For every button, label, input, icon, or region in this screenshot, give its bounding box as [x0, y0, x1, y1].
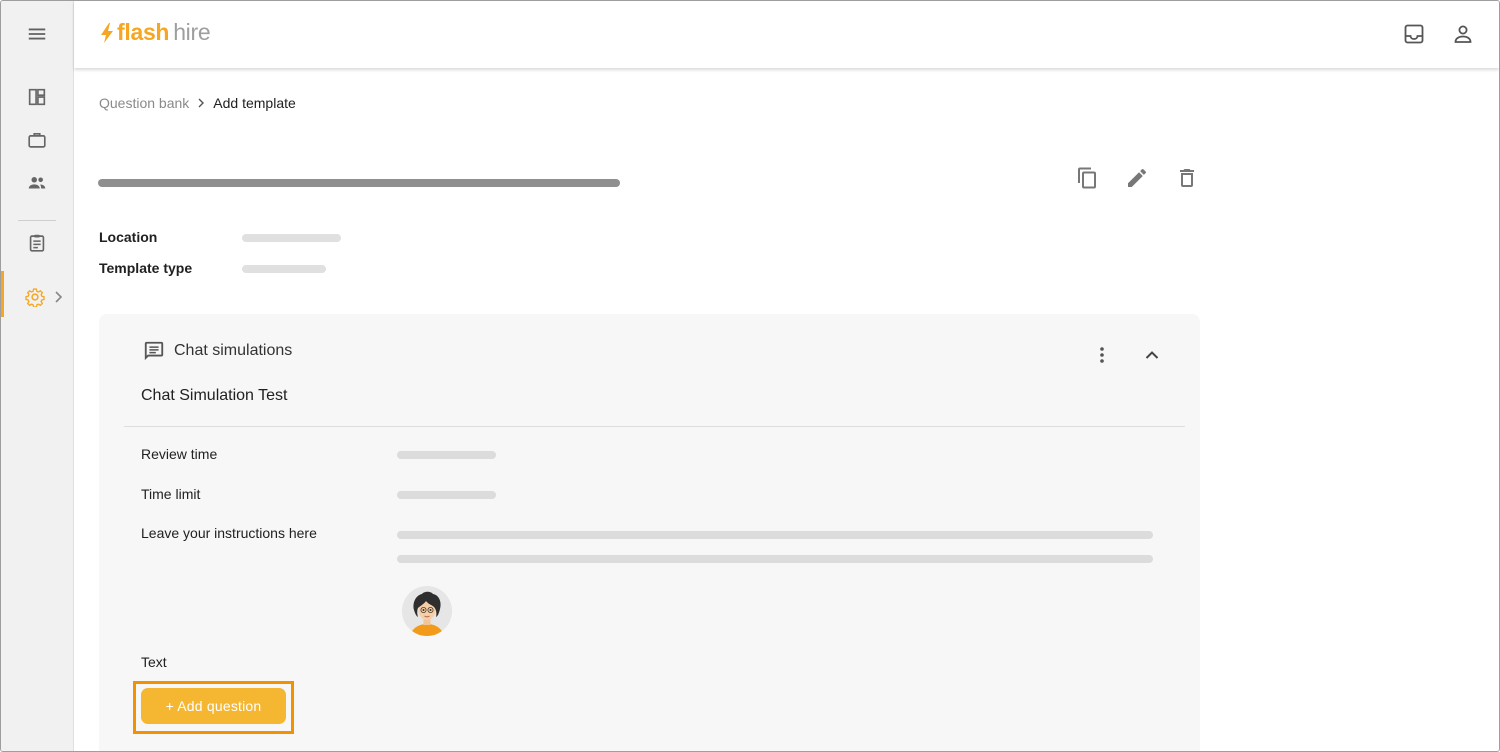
breadcrumb-question-bank[interactable]: Question bank	[99, 95, 189, 111]
hamburger-menu-icon	[28, 28, 46, 40]
text-label: Text	[141, 654, 167, 670]
chevron-up-icon[interactable]	[1140, 343, 1164, 367]
instructions-label: Leave your instructions here	[141, 525, 317, 541]
review-time-label: Review time	[141, 446, 218, 462]
section-type-title: Chat simulations	[174, 342, 293, 359]
sidebar-item-jobs[interactable]	[1, 120, 73, 160]
time-limit-label: Time limit	[141, 486, 201, 502]
lightning-bolt-icon	[101, 22, 113, 43]
template-type-value-placeholder	[242, 265, 326, 273]
sidebar-item-templates[interactable]	[1, 223, 73, 263]
sidebar-divider	[18, 220, 56, 221]
avatar	[402, 586, 452, 636]
template-type-label: Template type	[99, 260, 193, 276]
sidebar-item-people[interactable]	[1, 163, 73, 203]
people-icon	[28, 177, 46, 189]
chat-icon	[144, 341, 164, 361]
time-limit-value-placeholder	[397, 491, 496, 499]
instructions-placeholder-line	[397, 531, 1153, 539]
breadcrumb-current: Add template	[213, 95, 296, 111]
dashboard-icon	[28, 88, 46, 106]
breadcrumb: Question bank Add template	[99, 95, 296, 111]
brand-hire: hire	[173, 19, 211, 45]
inbox-icon[interactable]	[1402, 22, 1426, 46]
sidebar-item-dashboard[interactable]	[1, 77, 73, 117]
pencil-icon[interactable]	[1125, 166, 1149, 190]
trash-icon[interactable]	[1175, 166, 1199, 190]
top-bar: flash hire	[74, 1, 1499, 68]
instructions-placeholder-line	[397, 555, 1153, 563]
sidebar	[1, 1, 74, 751]
logo[interactable]: flash hire	[99, 19, 211, 46]
chevron-right-icon	[198, 98, 205, 108]
copy-icon[interactable]	[1075, 166, 1099, 190]
location-label: Location	[99, 229, 158, 245]
brand-flash: flash	[117, 19, 170, 45]
clipboard-icon	[29, 234, 45, 252]
gear-icon	[25, 288, 45, 307]
add-question-button[interactable]: + Add question	[141, 688, 286, 724]
section-name: Chat Simulation Test	[141, 387, 288, 404]
app-window: flash hire Question bank Add template Lo…	[0, 0, 1500, 752]
menu-button[interactable]	[1, 14, 73, 54]
location-value-placeholder	[242, 234, 341, 242]
review-time-value-placeholder	[397, 451, 496, 459]
more-vertical-icon[interactable]	[1090, 343, 1114, 367]
person-icon[interactable]	[1451, 22, 1475, 46]
template-title-placeholder	[98, 179, 620, 187]
briefcase-icon	[28, 132, 46, 148]
chevron-right-icon	[55, 291, 63, 303]
card-divider	[124, 426, 1185, 427]
